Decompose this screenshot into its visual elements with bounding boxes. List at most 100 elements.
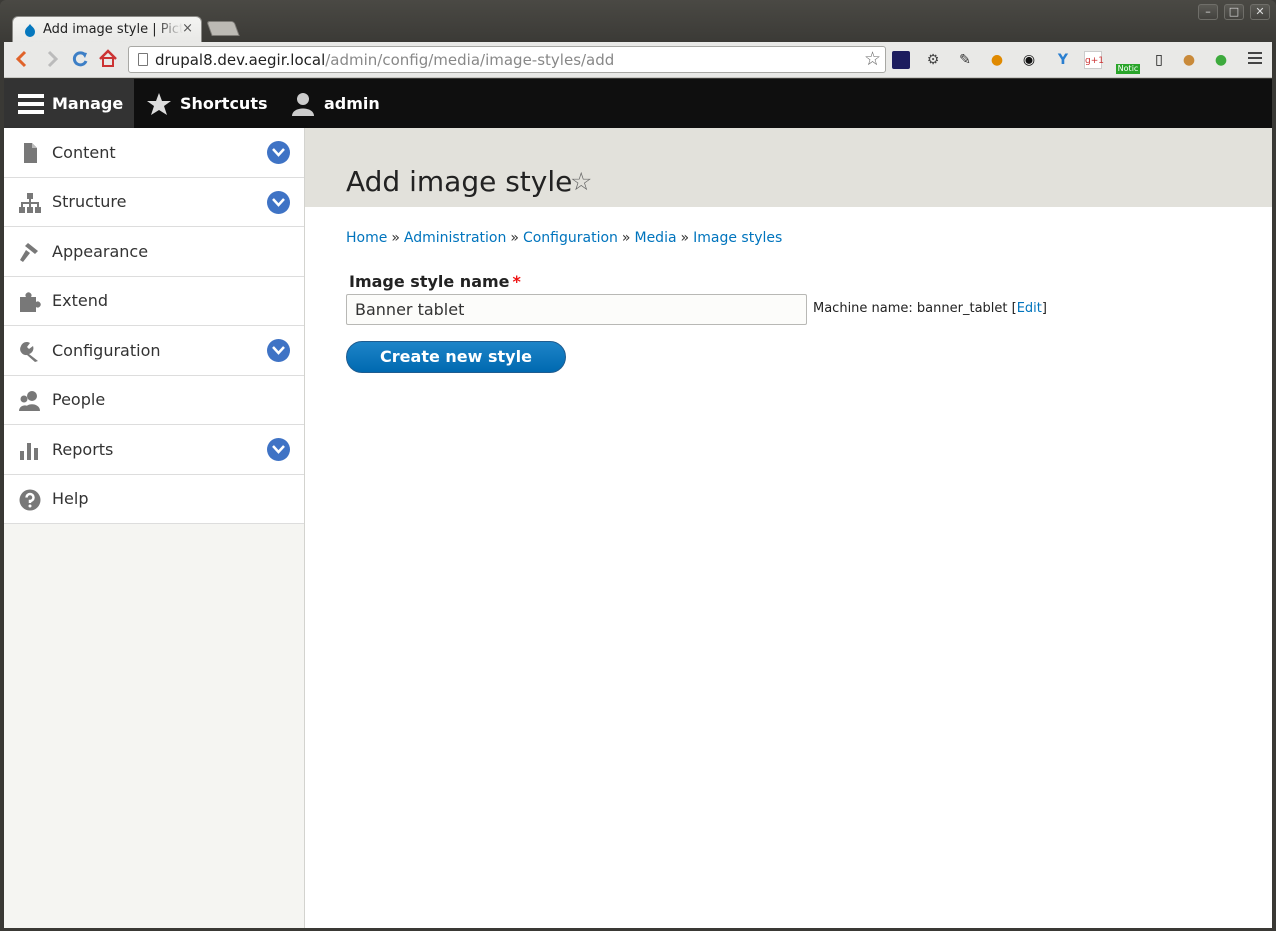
back-button[interactable] (12, 49, 32, 69)
create-new-style-button[interactable]: Create new style (346, 341, 566, 373)
address-bar[interactable]: drupal8.dev.aegir.local/admin/config/med… (128, 46, 886, 73)
shortcuts-tab[interactable]: Shortcuts (146, 79, 268, 128)
star-icon (147, 92, 171, 115)
breadcrumb-separator: » (391, 230, 400, 246)
new-tab-button[interactable] (206, 21, 240, 36)
bookmark-star-icon[interactable]: ☆ (864, 48, 881, 70)
hierarchy-icon (19, 192, 41, 213)
bar-chart-icon (20, 443, 38, 460)
drupal-favicon-icon (25, 24, 35, 37)
expand-toggle-button[interactable] (267, 141, 290, 164)
sidebar-item-label: People (52, 390, 106, 410)
url-host: drupal8.dev.aegir.local (155, 51, 326, 69)
shortcut-star-icon[interactable]: ☆ (570, 167, 592, 196)
browser-tab[interactable]: Add image style | Picture × (12, 16, 202, 43)
user-label: admin (324, 94, 380, 113)
breadcrumb-separator: » (680, 230, 690, 246)
breadcrumb-link-image-styles[interactable]: Image styles (693, 230, 782, 246)
sidebar-item-label: Appearance (52, 241, 149, 261)
breadcrumb: Home» Administration» Configuration» Media»… (346, 230, 782, 246)
sidebar-item-help[interactable]: Help (4, 474, 304, 524)
home-button[interactable] (98, 49, 118, 69)
maximize-button[interactable]: □ (1224, 4, 1244, 20)
chevron-down-icon (272, 197, 285, 207)
machine-name-bracket: ] (1041, 301, 1047, 316)
reload-icon (72, 51, 88, 67)
user-icon (292, 92, 314, 116)
manage-label: Manage (52, 94, 124, 113)
browser-toolbar: drupal8.dev.aegir.local/admin/config/med… (4, 42, 1272, 78)
page-header: Add image style ☆ (305, 128, 1272, 207)
notification-badge[interactable]: Notic (1116, 64, 1140, 74)
help-icon (19, 489, 41, 510)
browser-window: Add image style | Picture × – □ ✕ drupal… (0, 0, 1276, 931)
image-style-name-input[interactable]: Banner tablet (346, 294, 807, 325)
reload-button[interactable] (70, 49, 90, 69)
close-window-button[interactable]: ✕ (1250, 4, 1270, 20)
hamburger-icon (18, 93, 44, 114)
extension-icon[interactable]: Y (1054, 51, 1072, 69)
extension-icon[interactable] (892, 51, 910, 69)
chevron-down-icon (272, 445, 285, 454)
minimize-button[interactable]: – (1198, 4, 1218, 20)
chevron-down-icon (272, 148, 285, 157)
paintbrush-icon (20, 243, 38, 262)
expand-toggle-button[interactable] (267, 339, 290, 362)
sidebar-item-reports[interactable]: Reports (4, 425, 304, 475)
expand-toggle-button[interactable] (267, 438, 290, 461)
forward-button[interactable] (42, 49, 62, 69)
sidebar-item-label: Reports (52, 439, 114, 459)
page-icon (138, 53, 148, 66)
breadcrumb-link-configuration[interactable]: Configuration (523, 230, 618, 246)
extension-icon[interactable]: ● (988, 51, 1006, 69)
sidebar-item-people[interactable]: People (4, 375, 304, 425)
extension-icon[interactable]: ● (1212, 51, 1230, 69)
sidebar-item-label: Configuration (52, 340, 161, 360)
extension-icon[interactable]: ✎ (956, 51, 974, 69)
extension-icon[interactable]: ▯ (1150, 51, 1168, 69)
main-region: Add image style ☆ Home» Administration» Co… (305, 128, 1272, 928)
browser-menu-icon[interactable] (1248, 52, 1262, 67)
user-tab[interactable]: admin (290, 79, 380, 128)
back-arrow-icon (15, 50, 27, 68)
puzzle-icon (20, 291, 41, 312)
people-icon (19, 390, 40, 411)
admin-sidebar: Content Structure Appearance Extend Conf… (4, 128, 305, 928)
expand-toggle-button[interactable] (267, 190, 290, 214)
sidebar-item-label: Help (52, 489, 89, 509)
eye-icon[interactable]: ◉ (1020, 51, 1038, 69)
machine-name-edit-link[interactable]: Edit (1017, 301, 1042, 316)
breadcrumb-link-administration[interactable]: Administration (404, 230, 506, 246)
google-plus-icon[interactable]: g+1 (1084, 51, 1104, 69)
forward-arrow-icon (47, 50, 59, 68)
sidebar-item-extend[interactable]: Extend (4, 276, 304, 326)
chevron-down-icon (272, 346, 285, 355)
shortcuts-label: Shortcuts (180, 94, 268, 113)
sidebar-item-label: Extend (52, 291, 108, 311)
sidebar-item-configuration[interactable]: Configuration (4, 326, 304, 376)
breadcrumb-link-media[interactable]: Media (634, 230, 676, 246)
title-bar: Add image style | Picture × – □ ✕ (0, 0, 1276, 43)
field-label-text: Image style name (349, 272, 510, 291)
image-style-name-label: Image style name * (349, 272, 521, 291)
sidebar-item-label: Structure (52, 192, 127, 212)
breadcrumb-separator: » (510, 230, 519, 246)
sidebar-item-content[interactable]: Content (4, 128, 304, 178)
breadcrumb-separator: » (621, 230, 631, 246)
url-text[interactable]: drupal8.dev.aegir.local/admin/config/med… (155, 51, 614, 69)
tab-close-icon[interactable]: × (182, 21, 193, 36)
drupal-admin-toolbar: Manage Shortcuts admin (4, 79, 1272, 128)
sidebar-item-structure[interactable]: Structure (4, 177, 304, 227)
cookie-icon[interactable]: ● (1180, 51, 1198, 69)
page-content: Content Structure Appearance Extend Conf… (4, 128, 1272, 928)
manage-tab[interactable]: Manage (4, 79, 134, 128)
sidebar-item-appearance[interactable]: Appearance (4, 227, 304, 277)
extension-icon[interactable]: ⚙ (924, 51, 942, 69)
machine-name: Machine name: banner_tablet [Edit] (813, 301, 1047, 316)
tab-title: Add image style | Picture (43, 22, 183, 37)
required-marker: * (512, 272, 521, 291)
sidebar-item-label: Content (52, 142, 116, 162)
wrench-icon (20, 341, 38, 362)
url-path: /admin/config/media/image-styles/add (325, 51, 615, 69)
breadcrumb-link-home[interactable]: Home (346, 230, 387, 246)
